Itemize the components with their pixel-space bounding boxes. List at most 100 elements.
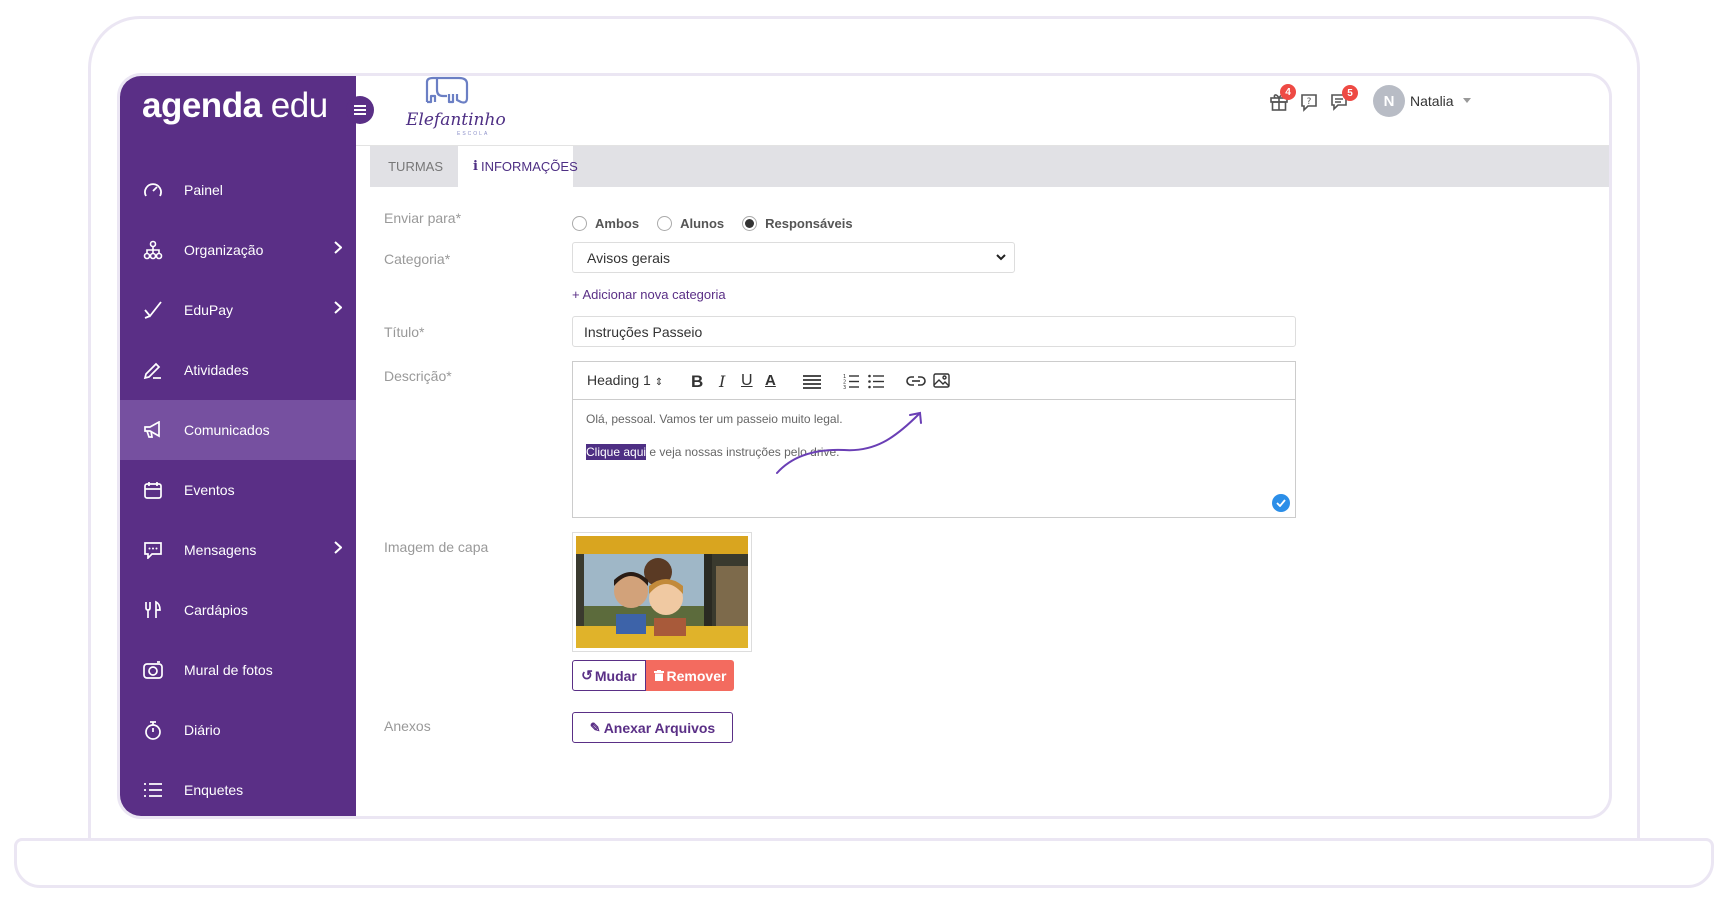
link-icon[interactable] bbox=[906, 374, 926, 388]
bold-icon[interactable]: B bbox=[691, 372, 703, 392]
italic-icon[interactable]: I bbox=[719, 372, 725, 391]
sidebar-item-comunicados[interactable]: Comunicados bbox=[120, 400, 356, 460]
attachments-label: Anexos bbox=[384, 718, 431, 734]
sidebar-item-label: Eventos bbox=[184, 482, 235, 498]
attach-files-button[interactable]: ✎ Anexar Arquivos bbox=[572, 712, 733, 743]
tab-informacoes-label: INFORMAÇÕES bbox=[480, 159, 578, 174]
trash-icon bbox=[653, 670, 664, 681]
sidebar: agenda edu Painel Organização EduPay Ativid… bbox=[120, 76, 356, 816]
radio-ambos[interactable]: Ambos bbox=[572, 216, 639, 231]
calendar-icon bbox=[142, 479, 164, 501]
title-input[interactable]: Instruções Passeio bbox=[572, 316, 1296, 347]
sidebar-item-eventos[interactable]: Eventos bbox=[120, 460, 356, 520]
user-name[interactable]: Natalia bbox=[1410, 93, 1454, 109]
app-screen: agenda edu Painel Organização EduPay Ativid… bbox=[117, 73, 1612, 819]
help-button[interactable]: ? bbox=[1299, 92, 1321, 114]
school-name: Elefantinho bbox=[406, 110, 506, 130]
radio-alunos[interactable]: Alunos bbox=[657, 216, 724, 231]
tab-turmas[interactable]: TURMAS bbox=[370, 146, 458, 187]
category-select-value: Avisos gerais bbox=[587, 249, 671, 266]
editor-line-1: Olá, pessoal. Vamos ter um passeio muito… bbox=[586, 412, 843, 426]
radio-circle-selected[interactable] bbox=[742, 216, 758, 231]
sidebar-item-enquetes[interactable]: Enquetes bbox=[120, 760, 356, 816]
tab-bar: TURMAS i INFORMAÇÕES bbox=[370, 146, 1609, 187]
camera-icon bbox=[142, 659, 164, 681]
help-chat-icon: ? bbox=[1301, 94, 1317, 112]
sidebar-item-organizacao[interactable]: Organização bbox=[120, 220, 356, 280]
tab-turmas-label: TURMAS bbox=[388, 159, 443, 174]
sidebar-item-painel[interactable]: Painel bbox=[120, 160, 356, 220]
grammar-check-icon[interactable] bbox=[1272, 494, 1290, 512]
stopwatch-icon bbox=[142, 719, 164, 741]
sidebar-item-edupay[interactable]: EduPay bbox=[120, 280, 356, 340]
remove-image-button[interactable]: Remover bbox=[646, 660, 734, 691]
sidebar-item-mensagens[interactable]: Mensagens bbox=[120, 520, 356, 580]
chevron-right-icon bbox=[334, 541, 343, 557]
image-icon[interactable] bbox=[933, 373, 950, 388]
pencil-icon bbox=[142, 359, 164, 381]
radio-circle[interactable] bbox=[572, 216, 587, 231]
sidebar-toggle-button[interactable] bbox=[346, 96, 374, 124]
cover-image-thumbnail bbox=[572, 532, 752, 652]
svg-text:?: ? bbox=[1307, 97, 1312, 107]
sidebar-item-label: Enquetes bbox=[184, 782, 244, 798]
tab-informacoes[interactable]: i INFORMAÇÕES bbox=[458, 146, 578, 187]
messages-button[interactable]: 5 bbox=[1330, 85, 1358, 116]
sidebar-item-label: Cardápios bbox=[184, 602, 248, 618]
editor-toolbar: Heading 1 ⇕ B I U A 123 bbox=[573, 362, 1295, 400]
title-input-value: Instruções Passeio bbox=[584, 323, 703, 340]
font-color-icon[interactable]: A bbox=[765, 372, 776, 389]
chevron-right-icon bbox=[334, 241, 343, 257]
editor-body[interactable]: Olá, pessoal. Vamos ter um passeio muito… bbox=[573, 400, 1295, 490]
sidebar-item-atividades[interactable]: Atividades bbox=[120, 340, 356, 400]
sidebar-item-mural-de-fotos[interactable]: Mural de fotos bbox=[120, 640, 356, 700]
selected-link-text[interactable]: Clique aqui bbox=[586, 444, 647, 460]
bullet-list-icon[interactable] bbox=[868, 374, 884, 389]
children-in-bus-photo bbox=[576, 536, 748, 648]
remove-image-label: Remover bbox=[666, 667, 727, 684]
sidebar-item-label: Organização bbox=[184, 242, 264, 258]
gauge-icon bbox=[142, 179, 164, 201]
avatar[interactable]: N bbox=[1373, 85, 1405, 117]
checkmark-icon bbox=[1276, 499, 1286, 507]
category-label: Categoria* bbox=[384, 251, 451, 267]
school-subtitle: ESCOLA bbox=[457, 131, 490, 137]
caret-down-icon[interactable] bbox=[1463, 98, 1471, 103]
main-content: TURMAS i INFORMAÇÕES Enviar para* Ambos … bbox=[370, 146, 1609, 816]
align-justify-icon[interactable] bbox=[803, 375, 821, 389]
send-to-radio-group: Ambos Alunos Responsáveis bbox=[572, 216, 871, 231]
underline-icon[interactable]: U bbox=[741, 372, 753, 390]
sidebar-item-label: Comunicados bbox=[184, 422, 270, 438]
category-select[interactable]: Avisos gerais bbox=[572, 242, 1015, 273]
radio-circle[interactable] bbox=[657, 216, 673, 231]
change-image-button[interactable]: ↺ Mudar bbox=[572, 660, 646, 691]
org-chart-icon bbox=[142, 239, 164, 261]
chevron-right-icon bbox=[334, 301, 343, 317]
sidebar-item-cardapios[interactable]: Cardápios bbox=[120, 580, 356, 640]
heading-select[interactable]: Heading 1 ⇕ bbox=[587, 372, 663, 388]
updown-icon: ⇕ bbox=[654, 377, 664, 388]
laptop-base bbox=[14, 838, 1714, 888]
hamburger-icon bbox=[354, 105, 366, 115]
brand-logo[interactable]: agenda edu bbox=[142, 86, 328, 126]
radio-label: Alunos bbox=[680, 216, 725, 231]
paperclip-icon: ✎ bbox=[589, 719, 601, 735]
messages-badge: 5 bbox=[1342, 85, 1358, 101]
ordered-list-icon[interactable]: 123 bbox=[843, 374, 859, 389]
radio-label: Responsáveis bbox=[765, 216, 853, 231]
sidebar-menu: Painel Organização EduPay Atividades Comunic… bbox=[120, 160, 356, 816]
sidebar-item-label: Painel bbox=[184, 182, 223, 198]
check-pen-icon bbox=[142, 299, 164, 321]
sidebar-item-label: Diário bbox=[184, 722, 221, 738]
sidebar-item-label: Mural de fotos bbox=[184, 662, 273, 678]
sidebar-item-diario[interactable]: Diário bbox=[120, 700, 356, 760]
info-icon: i bbox=[473, 159, 478, 174]
title-label: Título* bbox=[384, 324, 425, 340]
svg-text:3: 3 bbox=[843, 385, 846, 389]
gift-button[interactable]: 4 bbox=[1268, 84, 1296, 114]
add-category-link[interactable]: + Adicionar nova categoria bbox=[572, 287, 726, 302]
radio-responsaveis[interactable]: Responsáveis bbox=[742, 216, 853, 231]
sidebar-item-label: EduPay bbox=[184, 302, 234, 318]
rich-text-editor[interactable]: Heading 1 ⇕ B I U A 123 Olá, pessoal. Va… bbox=[572, 361, 1296, 518]
gift-badge: 4 bbox=[1280, 84, 1296, 100]
